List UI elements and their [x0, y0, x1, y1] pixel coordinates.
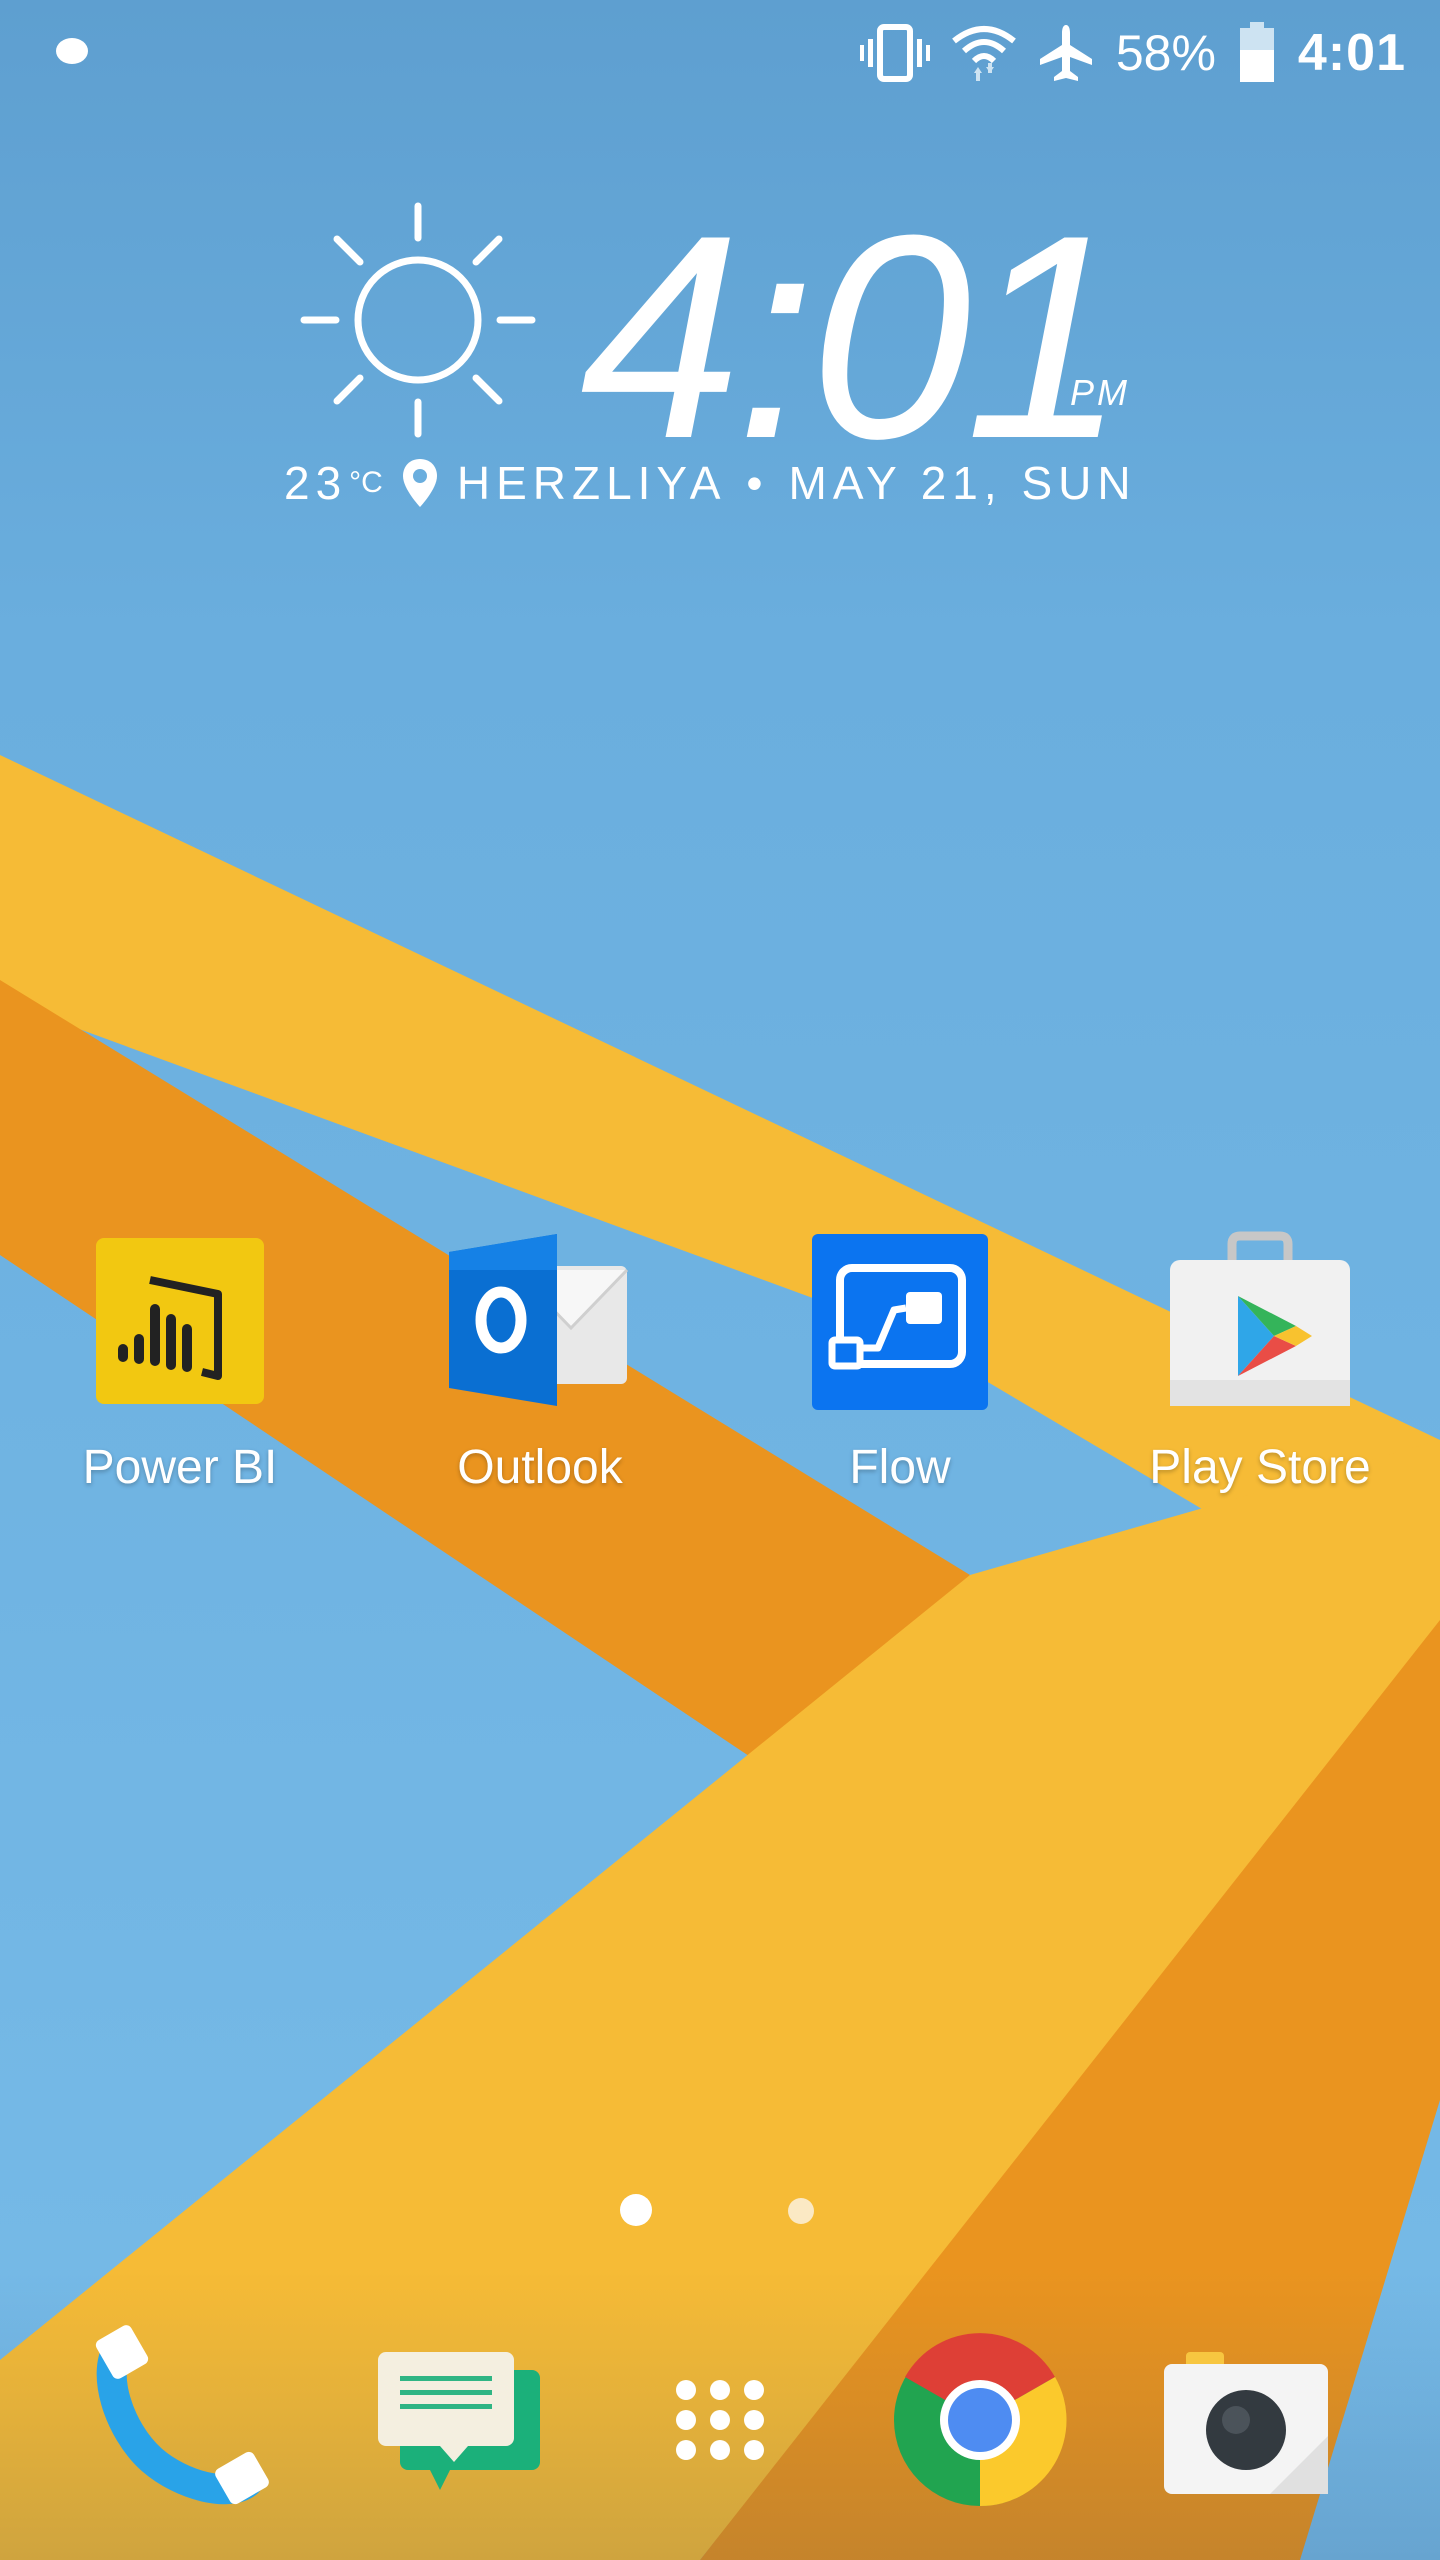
dock-app-drawer[interactable]: [620, 2310, 820, 2510]
messages-icon: [378, 2352, 540, 2490]
date: MAY 21, SUN: [788, 457, 1137, 509]
app-label: Play Store: [1149, 1441, 1371, 1494]
dock-camera[interactable]: [1150, 2310, 1350, 2510]
app-play-store[interactable]: Play Store: [1110, 1230, 1410, 1495]
battery-icon: [1239, 22, 1274, 82]
app-power-bi[interactable]: Power BI: [30, 1230, 330, 1495]
play-store-icon: [1170, 1230, 1350, 1410]
dock-chrome[interactable]: [880, 2310, 1080, 2510]
temperature: 23: [284, 457, 348, 509]
power-bi-icon: [90, 1230, 270, 1410]
camera-icon: [1164, 2352, 1328, 2494]
dock: [0, 2270, 1440, 2560]
dock-messages[interactable]: [370, 2310, 570, 2510]
wifi-icon: [951, 26, 1016, 81]
temperature-unit: °C: [349, 466, 383, 499]
vibrate-icon: [859, 24, 930, 82]
location-pin-icon: [402, 459, 437, 507]
page-dot[interactable]: [788, 2198, 814, 2224]
app-flow[interactable]: Flow: [750, 1230, 1050, 1495]
app-outlook[interactable]: Outlook: [390, 1230, 690, 1495]
outlook-icon: [449, 1230, 630, 1410]
airplane-mode-icon: [1039, 25, 1092, 81]
clock-ampm: PM: [1070, 372, 1130, 413]
app-label: Flow: [849, 1441, 951, 1494]
home-app-grid: Power BI Outlook Flow Play Store: [0, 1230, 1440, 1530]
page-indicator: [0, 2180, 1440, 2240]
dock-phone[interactable]: [80, 2310, 280, 2510]
info-separator: •: [746, 457, 769, 509]
sun-icon: [300, 202, 536, 438]
notification-dot-icon: [56, 38, 88, 64]
weather-info: 23 °C HERZLIYA • MAY 21, SUN: [284, 456, 1184, 510]
clock-time: 4:01: [580, 175, 1126, 499]
app-label: Power BI: [82, 1441, 278, 1494]
flow-icon: [810, 1230, 990, 1410]
location: HERZLIYA: [456, 457, 727, 509]
chrome-icon: [894, 2333, 1067, 2507]
page-dot-active[interactable]: [620, 2194, 652, 2226]
app-drawer-icon: [676, 2380, 764, 2460]
phone-icon: [95, 2325, 269, 2505]
clock-weather-widget[interactable]: 4:01 PM 23 °C HERZLIYA • MAY 21, SUN: [284, 192, 1160, 540]
status-bar[interactable]: 58% 4:01: [0, 0, 1440, 104]
status-icons: 58% 4:01: [859, 18, 1406, 88]
app-label: Outlook: [457, 1441, 623, 1494]
battery-percent: 58%: [1115, 25, 1216, 81]
status-clock: 4:01: [1297, 24, 1406, 82]
